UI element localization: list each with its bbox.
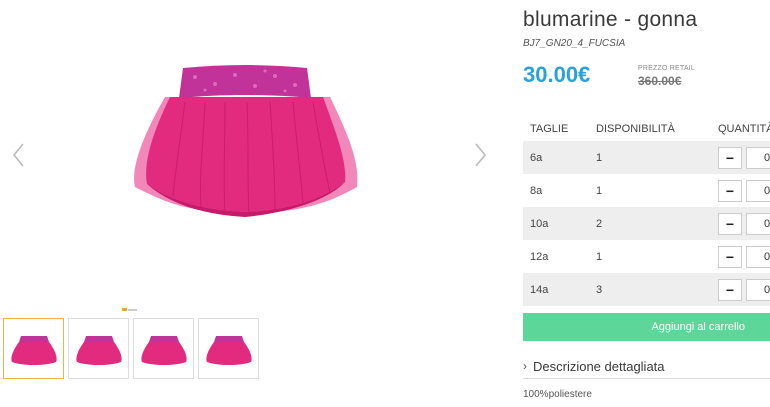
thumbnail-2[interactable] (68, 318, 129, 379)
availability-cell: 3 (596, 283, 603, 296)
availability-cell: 1 (596, 250, 603, 263)
sizes-table-header: TAGLIE DISPONIBILITÀ QUANTITÀ (523, 117, 770, 141)
decrease-qty-button[interactable]: − (718, 245, 742, 268)
header-disponibilita: DISPONIBILITÀ (596, 123, 675, 135)
decrease-qty-button[interactable]: − (718, 146, 742, 169)
chevron-right-icon (475, 143, 487, 167)
header-quantita: QUANTITÀ (718, 123, 770, 135)
description-toggle[interactable]: › Descrizione dettagliata (523, 354, 770, 379)
quantity-input[interactable]: 0 (746, 212, 770, 235)
thumbnail-1[interactable] (3, 318, 64, 379)
size-cell: 6a (530, 151, 543, 164)
table-row: 12a 1 −0 (523, 240, 770, 273)
table-row: 14a 3 −0 (523, 273, 770, 306)
size-cell: 14a (530, 283, 549, 296)
availability-cell: 2 (596, 217, 603, 230)
size-cell: 12a (530, 250, 549, 263)
add-to-cart-button[interactable]: Aggiungi al carrello (523, 313, 770, 341)
quantity-input[interactable]: 0 (746, 179, 770, 202)
table-row: 10a 2 −0 (523, 207, 770, 240)
thumbnail-strip (3, 318, 259, 379)
table-row: 8a 1 −0 (523, 174, 770, 207)
quantity-input[interactable]: 0 (746, 245, 770, 268)
retail-price-label: PREZZO RETAIL (638, 65, 695, 72)
decrease-qty-button[interactable]: − (718, 179, 742, 202)
sizes-table: TAGLIE DISPONIBILITÀ QUANTITÀ 6a 1 −0 8a… (523, 117, 770, 306)
availability-cell: 1 (596, 184, 603, 197)
header-taglie: TAGLIE (530, 123, 569, 135)
description-text: 100%poliestere (523, 389, 592, 400)
availability-cell: 1 (596, 151, 603, 164)
description-heading: Descrizione dettagliata (533, 358, 665, 374)
thumbnail-4[interactable] (198, 318, 259, 379)
prev-image-button[interactable] (7, 140, 31, 170)
product-title: blumarine - gonna (523, 8, 698, 31)
decrease-qty-button[interactable]: − (718, 278, 742, 301)
decrease-qty-button[interactable]: − (718, 212, 742, 235)
product-panel: blumarine - gonna BJ7_GN20_4_FUCSIA 30.0… (523, 0, 770, 407)
quantity-input[interactable]: 0 (746, 146, 770, 169)
table-row: 6a 1 −0 (523, 141, 770, 174)
chevron-right-icon: › (523, 359, 527, 373)
size-cell: 10a (530, 217, 549, 230)
product-main-image (134, 65, 358, 217)
thumbnail-3[interactable] (133, 318, 194, 379)
chevron-left-icon (12, 143, 24, 167)
next-image-button[interactable] (468, 140, 492, 170)
product-sku: BJ7_GN20_4_FUCSIA (523, 38, 626, 49)
brand-mark (122, 308, 137, 311)
product-price: 30.00€ (523, 62, 591, 87)
quantity-input[interactable]: 0 (746, 278, 770, 301)
size-cell: 8a (530, 184, 543, 197)
retail-price: 360.00€ (638, 74, 682, 88)
product-gallery (0, 0, 500, 407)
